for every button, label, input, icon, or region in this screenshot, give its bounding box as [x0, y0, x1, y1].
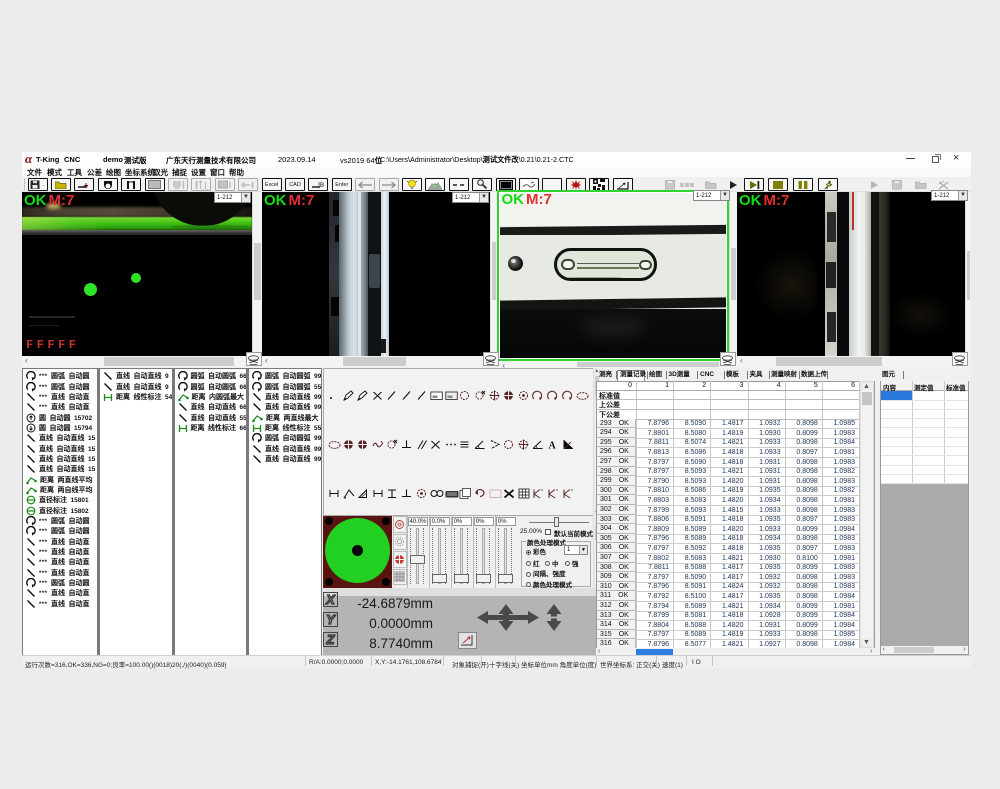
svg-text:A: A	[549, 441, 557, 451]
svg-text:B: B	[320, 183, 324, 189]
